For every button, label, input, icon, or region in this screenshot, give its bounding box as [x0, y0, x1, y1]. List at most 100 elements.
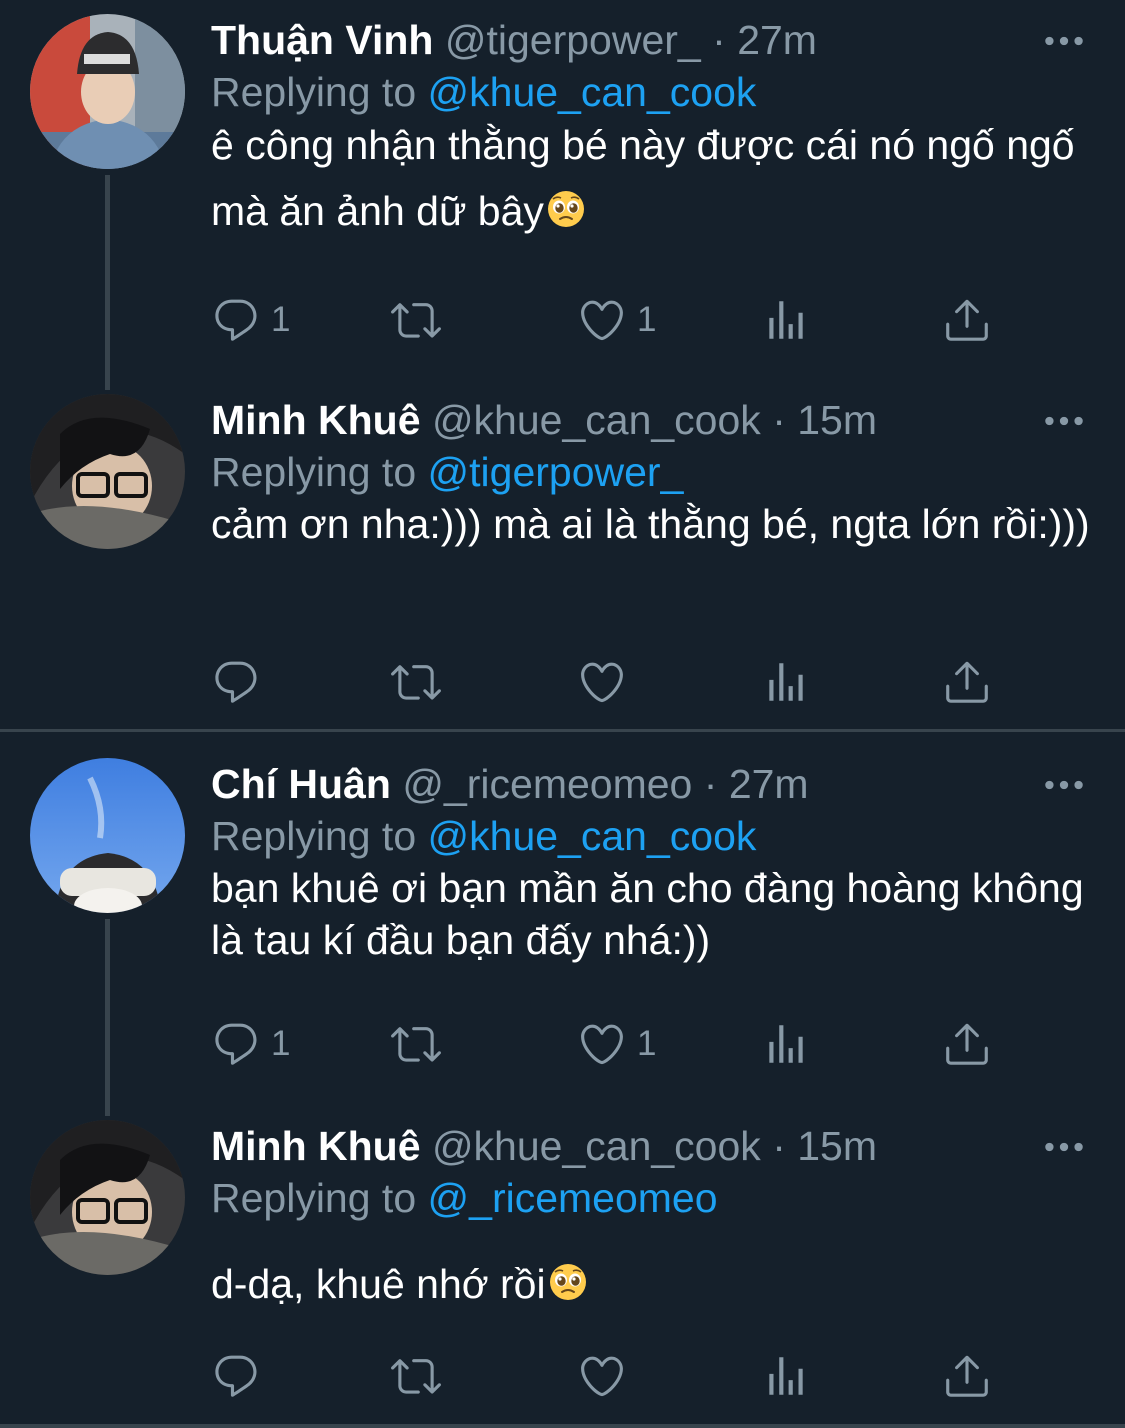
like-icon	[577, 657, 627, 707]
timestamp[interactable]: 27m	[729, 761, 809, 807]
retweet-icon	[391, 295, 441, 345]
timestamp[interactable]: 15m	[797, 1123, 877, 1169]
tweet-text-body: cảm ơn nha:))) mà ai là thằng bé, ngta l…	[211, 501, 1090, 547]
display-name[interactable]: Thuận Vinh	[211, 17, 433, 63]
tweet[interactable]: Minh Khuê @khue_can_cook · 15m Replying …	[0, 380, 1125, 730]
share-button[interactable]	[942, 292, 992, 348]
analytics-button[interactable]	[761, 292, 811, 348]
share-icon	[942, 1351, 992, 1401]
mention-link[interactable]: @_ricemeomeo	[428, 1175, 718, 1221]
replying-to: Replying to @tigerpower_	[211, 446, 683, 498]
pleading-face-icon	[546, 189, 586, 229]
reply-button[interactable]: 1	[211, 1016, 290, 1072]
replying-label: Replying to	[211, 813, 417, 859]
reply-button[interactable]	[211, 1348, 261, 1404]
avatar[interactable]	[30, 394, 185, 549]
reply-icon	[211, 657, 261, 707]
timestamp[interactable]: 27m	[737, 17, 817, 63]
tweet[interactable]: Minh Khuê @khue_can_cook · 15m Replying …	[0, 1106, 1125, 1428]
display-name[interactable]: Chí Huân	[211, 761, 391, 807]
tweet-header: Minh Khuê @khue_can_cook · 15m	[211, 394, 877, 446]
like-count: 1	[637, 1024, 657, 1063]
tweet[interactable]: Thuận Vinh @tigerpower_ · 27m Replying t…	[0, 0, 1125, 390]
tweet[interactable]: Chí Huân @_ricemeomeo · 27m Replying to …	[0, 744, 1125, 1116]
avatar[interactable]	[30, 758, 185, 913]
tweet-text: cảm ơn nha:))) mà ai là thằng bé, ngta l…	[211, 498, 1091, 550]
share-icon	[942, 657, 992, 707]
share-button[interactable]	[942, 1016, 992, 1072]
like-button[interactable]	[577, 1348, 627, 1404]
reply-button[interactable]: 1	[211, 292, 290, 348]
replying-label: Replying to	[211, 449, 417, 495]
like-icon	[577, 1019, 627, 1069]
share-button[interactable]	[942, 654, 992, 710]
separator: ·	[712, 17, 726, 63]
mention-link[interactable]: @tigerpower_	[428, 449, 684, 495]
more-options-icon[interactable]	[1039, 16, 1089, 66]
more-options-icon[interactable]	[1039, 396, 1089, 446]
tweet-actions: 1 1	[211, 1016, 1011, 1072]
analytics-button[interactable]	[761, 1348, 811, 1404]
replying-to: Replying to @_ricemeomeo	[211, 1172, 718, 1224]
user-handle[interactable]: @khue_can_cook	[432, 1123, 761, 1169]
reply-icon	[211, 295, 261, 345]
share-button[interactable]	[942, 1348, 992, 1404]
display-name[interactable]: Minh Khuê	[211, 397, 421, 443]
tweet-actions	[211, 654, 1011, 710]
like-button[interactable]: 1	[577, 292, 656, 348]
tweet-header: Chí Huân @_ricemeomeo · 27m	[211, 758, 809, 810]
tweet-actions	[211, 1348, 1011, 1404]
user-handle[interactable]: @tigerpower_	[445, 17, 701, 63]
display-name[interactable]: Minh Khuê	[211, 1123, 421, 1169]
more-options-icon[interactable]	[1039, 1122, 1089, 1172]
share-icon	[942, 295, 992, 345]
replying-to: Replying to @khue_can_cook	[211, 810, 756, 862]
separator: ·	[772, 397, 786, 443]
reply-count: 1	[271, 300, 291, 339]
like-icon	[577, 295, 627, 345]
retweet-icon	[391, 1351, 441, 1401]
tweet-text-body: ê công nhận thằng bé này được cái nó ngố…	[211, 122, 1075, 234]
reply-icon	[211, 1019, 261, 1069]
analytics-icon	[761, 1351, 811, 1401]
user-handle[interactable]: @_ricemeomeo	[402, 761, 692, 807]
like-icon	[577, 1351, 627, 1401]
analytics-icon	[761, 657, 811, 707]
tweet-header: Thuận Vinh @tigerpower_ · 27m	[211, 14, 817, 66]
pleading-face-icon	[548, 1262, 588, 1302]
tweet-text: d-dạ, khuê nhớ rồi	[211, 1251, 1091, 1317]
analytics-icon	[761, 295, 811, 345]
retweet-button[interactable]	[391, 292, 441, 348]
retweet-button[interactable]	[391, 1016, 441, 1072]
replying-to: Replying to @khue_can_cook	[211, 66, 756, 118]
mention-link[interactable]: @khue_can_cook	[428, 813, 757, 859]
like-button[interactable]	[577, 654, 627, 710]
replying-label: Replying to	[211, 1175, 417, 1221]
avatar[interactable]	[30, 1120, 185, 1275]
retweet-button[interactable]	[391, 654, 441, 710]
separator: ·	[772, 1123, 786, 1169]
reply-count: 1	[271, 1024, 291, 1063]
thread-divider	[0, 729, 1125, 732]
timestamp[interactable]: 15m	[797, 397, 877, 443]
mention-link[interactable]: @khue_can_cook	[428, 69, 757, 115]
reply-button[interactable]	[211, 654, 261, 710]
reply-icon	[211, 1351, 261, 1401]
avatar[interactable]	[30, 14, 185, 169]
retweet-icon	[391, 657, 441, 707]
thread-line	[105, 175, 110, 390]
tweet-text-body: d-dạ, khuê nhớ rồi	[211, 1261, 546, 1307]
tweet-text-body: bạn khuê ơi bạn mần ăn cho đàng hoàng kh…	[211, 865, 1084, 963]
retweet-button[interactable]	[391, 1348, 441, 1404]
user-handle[interactable]: @khue_can_cook	[432, 397, 761, 443]
tweet-actions: 1 1	[211, 292, 1011, 348]
analytics-icon	[761, 1019, 811, 1069]
separator: ·	[703, 761, 718, 807]
analytics-button[interactable]	[761, 1016, 811, 1072]
analytics-button[interactable]	[761, 654, 811, 710]
replying-label: Replying to	[211, 69, 417, 115]
like-button[interactable]: 1	[577, 1016, 656, 1072]
more-options-icon[interactable]	[1039, 760, 1089, 810]
thread-divider	[0, 1424, 1125, 1428]
share-icon	[942, 1019, 992, 1069]
